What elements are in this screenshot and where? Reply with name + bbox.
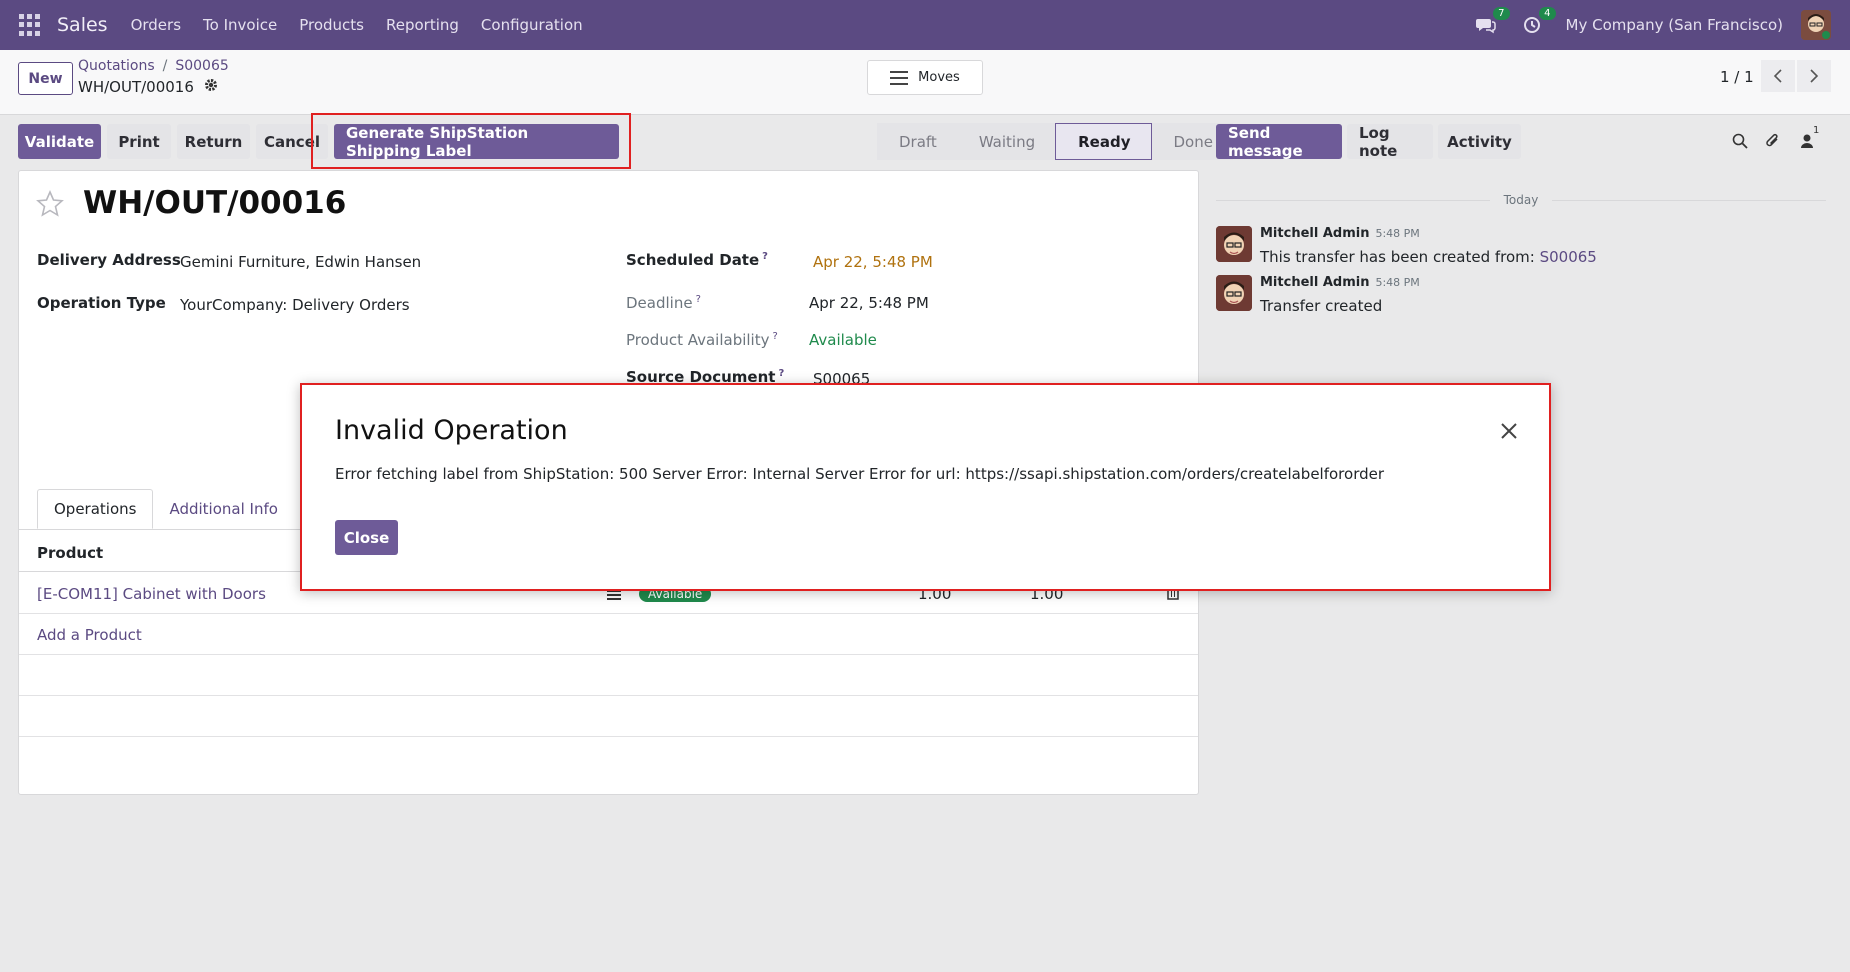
return-button[interactable]: Return <box>177 124 250 159</box>
highlight-frame <box>311 113 631 169</box>
validate-button[interactable]: Validate <box>18 124 101 159</box>
breadcrumb-order[interactable]: S00065 <box>175 58 228 74</box>
messages-icon[interactable]: 7 <box>1474 7 1510 37</box>
column-product[interactable]: Product <box>37 544 103 562</box>
top-navbar: Sales Orders To Invoice Products Reporti… <box>0 0 1850 50</box>
help-tooltip-icon[interactable]: ? <box>762 251 768 262</box>
product-availability-label: Product Availability? <box>626 331 778 349</box>
delivery-address-label: Delivery Address <box>37 251 181 269</box>
scheduled-date-label: Scheduled Date? <box>626 251 768 269</box>
menu-products[interactable]: Products <box>288 16 375 34</box>
table-row <box>19 655 1198 696</box>
scheduled-date-field[interactable]: Apr 22, 5:48 PM <box>813 253 933 271</box>
message-author-name: Mitchell Admin <box>1260 275 1370 290</box>
activities-badge: 4 <box>1539 7 1556 20</box>
message-text: This transfer has been created from: <box>1260 248 1535 266</box>
stage-waiting[interactable]: Waiting <box>956 123 1056 160</box>
search-icon[interactable] <box>1730 131 1750 151</box>
control-panel: New Quotations / S00065 WH/OUT/00016 Moves… <box>0 50 1850 115</box>
message-body: This transfer has been created from: S00… <box>1260 248 1597 266</box>
moves-label: Moves <box>918 70 960 85</box>
dialog-title: Invalid Operation <box>335 415 568 446</box>
delivery-address-field[interactable]: Gemini Furniture, Edwin Hansen <box>180 253 421 271</box>
message-body: Transfer created <box>1260 297 1383 315</box>
company-switcher[interactable]: My Company (San Francisco) <box>1566 16 1783 34</box>
chevron-left-icon <box>1773 69 1782 83</box>
notebook-tabs: Operations Additional Info <box>37 489 294 529</box>
add-product-link[interactable]: Add a Product <box>37 626 142 644</box>
dialog-close-button[interactable]: Close <box>335 520 398 555</box>
paperclip-icon[interactable] <box>1763 131 1783 151</box>
chevron-right-icon <box>1810 69 1819 83</box>
gear-icon[interactable] <box>204 78 218 96</box>
menu-orders[interactable]: Orders <box>120 16 192 34</box>
main-menu: Orders To Invoice Products Reporting Con… <box>120 16 594 34</box>
tab-operations[interactable]: Operations <box>37 489 154 529</box>
menu-reporting[interactable]: Reporting <box>375 16 470 34</box>
breadcrumb-separator: / <box>162 58 168 74</box>
message-author-name: Mitchell Admin <box>1260 226 1370 241</box>
product-availability-label-text: Product Availability <box>626 331 770 349</box>
log-note-button[interactable]: Log note <box>1347 124 1433 160</box>
deadline-label: Deadline? <box>626 294 701 312</box>
breadcrumb: Quotations / S00065 <box>78 58 229 74</box>
chatter-buttons: Send message Log note Activity <box>1216 124 1521 160</box>
help-tooltip-icon[interactable]: ? <box>696 294 701 305</box>
stage-ready[interactable]: Ready <box>1055 123 1152 160</box>
status-bar: Draft Waiting Ready Done <box>877 123 1233 160</box>
app-name[interactable]: Sales <box>57 14 108 36</box>
followers-count: 1 <box>1813 125 1820 136</box>
message-time: 5:48 PM <box>1375 276 1420 289</box>
new-button[interactable]: New <box>18 62 73 95</box>
message-author[interactable]: Mitchell Admin 5:48 PM <box>1260 226 1420 241</box>
operation-type-label: Operation Type <box>37 294 166 312</box>
pager-next-button[interactable] <box>1797 60 1831 92</box>
close-icon[interactable] <box>1497 419 1521 443</box>
activity-button[interactable]: Activity <box>1438 124 1521 159</box>
deadline-field: Apr 22, 5:48 PM <box>809 294 929 312</box>
scheduled-date-label-text: Scheduled Date <box>626 251 760 269</box>
error-dialog: Invalid Operation Error fetching label f… <box>300 383 1551 591</box>
message-source-link[interactable]: S00065 <box>1540 248 1597 266</box>
moves-smart-button[interactable]: Moves <box>867 60 983 95</box>
breadcrumb-quotations[interactable]: Quotations <box>78 58 155 74</box>
today-separator: Today <box>1216 190 1826 210</box>
help-tooltip-icon[interactable]: ? <box>778 368 784 379</box>
table-row <box>19 737 1198 778</box>
messages-badge: 7 <box>1493 7 1510 20</box>
list-icon <box>890 70 909 85</box>
row-product[interactable]: [E-COM11] Cabinet with Doors <box>37 585 266 603</box>
record-title: WH/OUT/00016 <box>83 185 347 221</box>
pager-previous-button[interactable] <box>1761 60 1795 92</box>
deadline-label-text: Deadline <box>626 294 693 312</box>
activities-clock-icon[interactable]: 4 <box>1520 7 1556 37</box>
author-avatar[interactable] <box>1216 226 1252 262</box>
stage-draft[interactable]: Draft <box>877 123 957 160</box>
user-avatar[interactable] <box>1801 10 1831 40</box>
current-record-name: WH/OUT/00016 <box>78 78 218 96</box>
menu-to-invoice[interactable]: To Invoice <box>192 16 288 34</box>
author-avatar[interactable] <box>1216 275 1252 311</box>
apps-grid-icon[interactable] <box>19 14 41 36</box>
product-availability-field: Available <box>809 331 877 349</box>
today-label: Today <box>1503 193 1539 207</box>
record-name-text: WH/OUT/00016 <box>78 78 194 96</box>
dialog-message: Error fetching label from ShipStation: 5… <box>335 465 1385 483</box>
pager-value[interactable]: 1 / 1 <box>1720 68 1754 86</box>
send-message-button[interactable]: Send message <box>1216 124 1342 160</box>
print-button[interactable]: Print <box>107 124 171 159</box>
followers-icon[interactable]: 1 <box>1797 125 1819 151</box>
table-row <box>19 696 1198 737</box>
message-author[interactable]: Mitchell Admin 5:48 PM <box>1260 275 1420 290</box>
message-time: 5:48 PM <box>1375 227 1420 240</box>
navbar-systray: 7 4 My Company (San Francisco) <box>1474 0 1850 50</box>
tab-additional-info[interactable]: Additional Info <box>153 489 293 529</box>
operation-type-field[interactable]: YourCompany: Delivery Orders <box>180 296 410 314</box>
help-tooltip-icon[interactable]: ? <box>772 331 777 342</box>
table-row: Add a Product <box>19 614 1198 655</box>
menu-configuration[interactable]: Configuration <box>470 16 594 34</box>
star-icon[interactable] <box>35 189 65 227</box>
